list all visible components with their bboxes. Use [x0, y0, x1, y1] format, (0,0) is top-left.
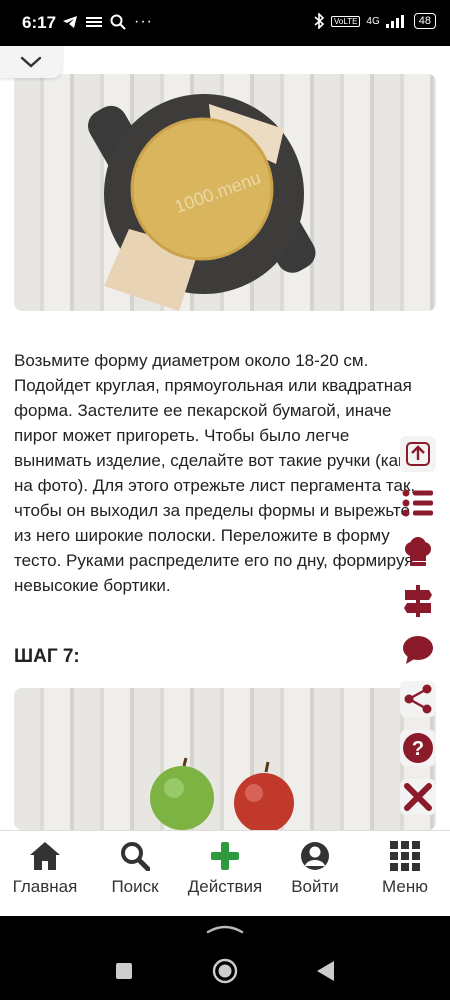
search-status-icon — [110, 14, 126, 30]
step-description: Возьмите форму диаметром около 18-20 см.… — [14, 351, 416, 595]
volte-icon: VoLTE — [330, 15, 361, 27]
grid-icon — [390, 841, 420, 871]
collapse-button[interactable] — [0, 46, 62, 78]
help-icon: ? — [403, 733, 433, 763]
close-sidebar-button[interactable] — [400, 779, 436, 815]
side-action-bar: ? — [400, 436, 440, 828]
nav-login[interactable]: Войти — [270, 831, 360, 917]
signpost-icon — [404, 585, 432, 617]
nav-menu[interactable]: Меню — [360, 831, 450, 917]
scroll-up-button[interactable] — [400, 436, 436, 472]
nav-actions-label: Действия — [187, 877, 263, 896]
list-icon — [402, 489, 433, 517]
nav-home[interactable]: Главная — [0, 831, 90, 917]
share-icon — [404, 684, 432, 714]
step-photo-apples[interactable] — [14, 688, 436, 830]
home-system-icon[interactable] — [212, 958, 238, 984]
share-button[interactable] — [400, 681, 436, 717]
apples-image — [150, 757, 294, 830]
recipe-content[interactable]: 1000.menu Возьмите форму диаметром около… — [0, 46, 450, 830]
nav-home-label: Главная — [12, 877, 78, 896]
status-bar: 6:17 ··· VoLTE 4G 48 — [0, 0, 450, 46]
gesture-handle-icon[interactable] — [205, 924, 245, 934]
nav-search-label: Поиск — [111, 877, 159, 896]
scroll-up-icon — [406, 442, 430, 466]
plus-icon — [211, 842, 239, 870]
user-icon — [301, 842, 329, 870]
bottom-navigation: Главная Поиск Действия Войти Меню — [0, 830, 450, 917]
steps-nav-button[interactable] — [400, 583, 436, 619]
system-navigation-bar — [0, 916, 450, 1000]
step-photo-pan[interactable]: 1000.menu — [14, 74, 436, 311]
telegram-icon — [63, 16, 77, 28]
close-icon — [404, 783, 432, 811]
svg-text:?: ? — [412, 738, 424, 760]
comment-icon — [403, 636, 433, 664]
search-icon — [121, 842, 150, 871]
network-type: 4G — [366, 15, 380, 27]
status-time: 6:17 — [22, 13, 57, 32]
chef-hat-icon — [405, 537, 431, 566]
nav-search[interactable]: Поиск — [90, 831, 180, 917]
baking-pan-image: 1000.menu — [88, 94, 316, 311]
nav-actions[interactable]: Действия — [180, 831, 270, 917]
recent-apps-icon[interactable] — [115, 962, 133, 980]
battery-indicator: 48 — [413, 13, 436, 29]
chevron-down-icon — [20, 56, 42, 68]
step-heading: ШАГ 7: — [14, 646, 80, 667]
cook-mode-button[interactable] — [400, 534, 436, 570]
nav-login-label: Войти — [291, 877, 339, 896]
home-icon — [30, 842, 60, 870]
ingredients-list-button[interactable] — [400, 485, 436, 521]
more-dots-icon: ··· — [134, 13, 153, 30]
nav-menu-label: Меню — [382, 877, 428, 896]
help-button[interactable]: ? — [400, 730, 436, 766]
back-icon[interactable] — [316, 960, 336, 982]
comments-button[interactable] — [400, 632, 436, 668]
bluetooth-icon — [314, 13, 325, 29]
lines-icon — [86, 17, 102, 27]
signal-icon — [385, 15, 404, 28]
